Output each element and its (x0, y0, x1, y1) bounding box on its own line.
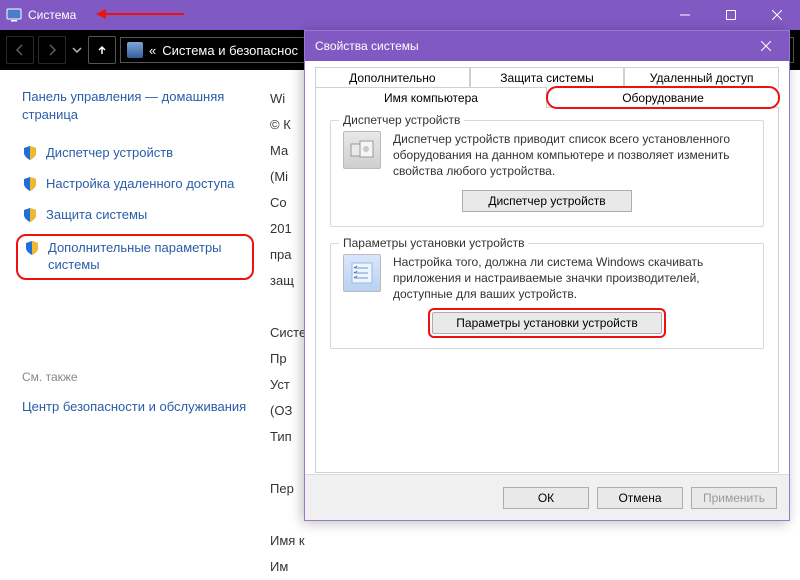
ok-button[interactable]: ОК (503, 487, 589, 509)
system-icon (6, 7, 22, 23)
group-legend: Диспетчер устройств (339, 113, 464, 127)
shield-icon (22, 176, 38, 192)
apply-button[interactable]: Применить (691, 487, 777, 509)
tab-container: Дополнительно Защита системы Удаленный д… (315, 67, 779, 473)
minimize-button[interactable] (662, 0, 708, 30)
nav-forward-button[interactable] (38, 36, 66, 64)
group-text: Настройка того, должна ли система Window… (393, 254, 751, 303)
dialog-body: Дополнительно Защита системы Удаленный д… (305, 61, 789, 474)
maximize-button[interactable] (708, 0, 754, 30)
device-manager-icon (343, 131, 381, 169)
device-install-settings-button[interactable]: Параметры установки устройств (432, 312, 662, 334)
breadcrumb-prefix: « (149, 43, 156, 58)
nav-up-button[interactable] (88, 36, 116, 64)
dialog-close-button[interactable] (743, 31, 789, 61)
shield-icon (22, 145, 38, 161)
system-properties-dialog: Свойства системы Дополнительно Защита си… (304, 30, 790, 521)
close-button[interactable] (754, 0, 800, 30)
dialog-titlebar: Свойства системы (305, 31, 789, 61)
annotation-arrow (96, 7, 186, 24)
computer-icon (127, 42, 143, 58)
sidebar-link-label: Диспетчер устройств (46, 145, 173, 162)
text-fragment: Имя к (270, 528, 800, 554)
dialog-button-row: ОК Отмена Применить (305, 474, 789, 520)
see-also-link[interactable]: Центр безопасности и обслуживания (22, 398, 248, 416)
control-panel-home-link[interactable]: Панель управления — домашняя страница (22, 88, 248, 123)
group-device-install: Параметры установки устройств Настройка … (330, 243, 764, 350)
tab-advanced[interactable]: Дополнительно (315, 67, 470, 88)
text-fragment: Им (270, 554, 800, 580)
checklist-icon (343, 254, 381, 292)
sidebar-link-remote[interactable]: Настройка удаленного доступа (22, 176, 248, 193)
shield-icon (24, 240, 40, 256)
window-title: Система (28, 8, 76, 22)
tab-protection[interactable]: Защита системы (470, 67, 625, 88)
sidebar-link-advanced[interactable]: Дополнительные параметры системы (16, 234, 254, 280)
tab-remote[interactable]: Удаленный доступ (624, 67, 779, 88)
tab-panel-hardware: Диспетчер устройств Диспетчер устройств … (315, 107, 779, 473)
sidebar-link-label: Дополнительные параметры системы (48, 240, 246, 274)
sidebar-link-label: Защита системы (46, 207, 147, 224)
group-legend: Параметры установки устройств (339, 236, 528, 250)
shield-icon (22, 207, 38, 223)
see-also-label: См. также (22, 370, 248, 384)
cancel-button[interactable]: Отмена (597, 487, 683, 509)
group-text: Диспетчер устройств приводит список всег… (393, 131, 751, 180)
sidebar-link-label: Настройка удаленного доступа (46, 176, 234, 193)
sidebar-link-protection[interactable]: Защита системы (22, 207, 248, 224)
sidebar-link-device-manager[interactable]: Диспетчер устройств (22, 145, 248, 162)
main-titlebar: Система (0, 0, 800, 30)
device-manager-button[interactable]: Диспетчер устройств (462, 190, 632, 212)
left-panel: Панель управления — домашняя страница Ди… (0, 70, 260, 521)
tab-hardware[interactable]: Оборудование (547, 87, 779, 108)
dialog-title: Свойства системы (315, 39, 419, 53)
tab-computer-name[interactable]: Имя компьютера (315, 87, 547, 108)
chevron-down-icon[interactable] (70, 43, 84, 58)
group-device-manager: Диспетчер устройств Диспетчер устройств … (330, 120, 764, 227)
breadcrumb: Система и безопаснос (162, 43, 298, 58)
nav-back-button[interactable] (6, 36, 34, 64)
